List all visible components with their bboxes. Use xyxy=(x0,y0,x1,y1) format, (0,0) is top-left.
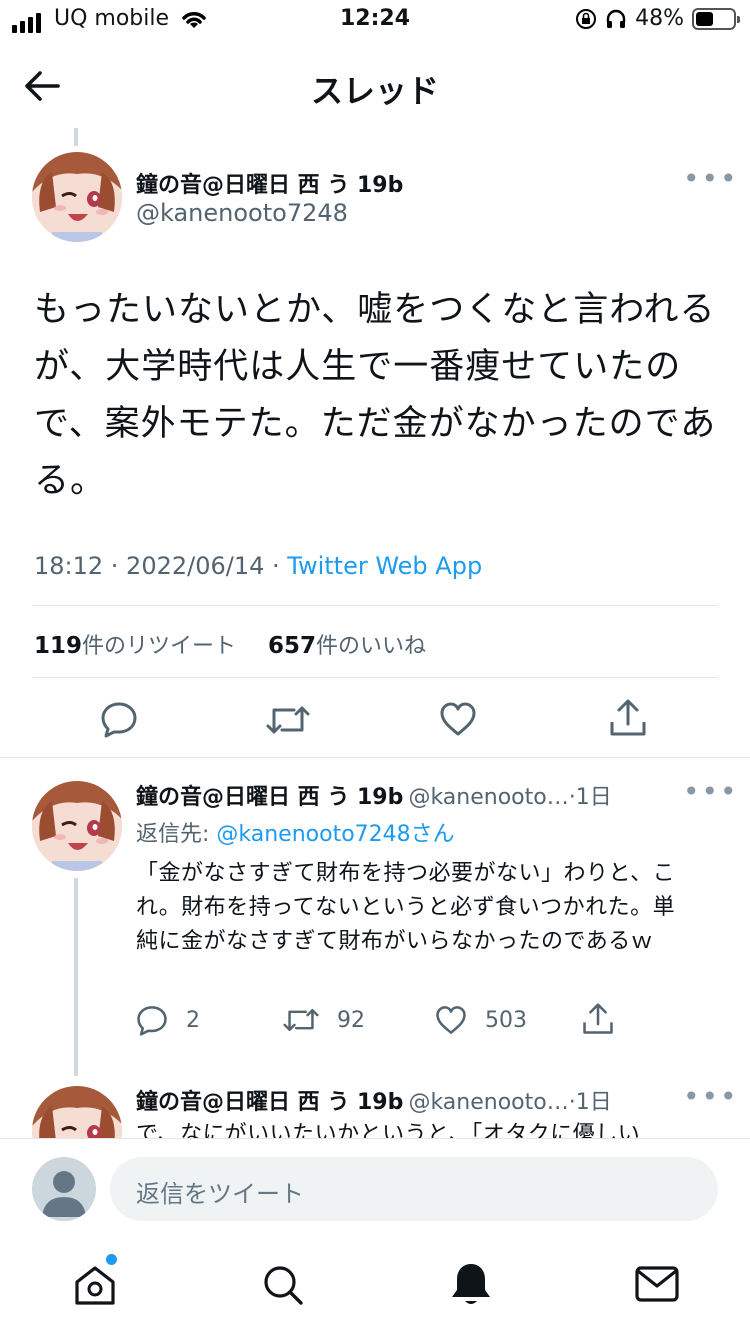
reply-to: 返信先: @kanenooto7248さん xyxy=(136,816,455,848)
reply-header: 鐘の音@日曜日 西 う 19b @kanenooto…·1日 xyxy=(136,1084,696,1116)
thread-line xyxy=(74,878,78,1076)
likes-stat[interactable]: 657件のいいね xyxy=(268,633,427,659)
orientation-lock-icon xyxy=(576,8,597,29)
author-handle[interactable]: @kanenooto7248 xyxy=(136,199,348,227)
tweet-source-link[interactable]: Twitter Web App xyxy=(287,552,482,580)
share-icon xyxy=(583,1003,613,1034)
reply-header: 鐘の音@日曜日 西 う 19b @kanenooto…·1日 xyxy=(136,779,696,811)
heart-icon xyxy=(436,1006,466,1034)
tab-search[interactable] xyxy=(260,1262,306,1312)
like-button[interactable]: 503 xyxy=(435,1004,527,1036)
reply-text: 「金がなさすぎて財布を持つ必要がない」わりと、これ。財布を持ってないというと必ず… xyxy=(136,861,676,954)
retweet-button[interactable] xyxy=(266,702,310,738)
default-avatar-icon xyxy=(42,1171,86,1217)
retweet-icon xyxy=(266,706,310,734)
like-button[interactable] xyxy=(439,700,477,738)
share-button[interactable] xyxy=(582,1002,614,1040)
notifications-icon xyxy=(452,1264,490,1304)
divider xyxy=(32,605,718,606)
page-title: スレッド xyxy=(310,72,439,110)
more-options-icon[interactable]: ••• xyxy=(683,162,739,195)
share-button[interactable] xyxy=(609,698,647,738)
header: スレッド xyxy=(0,48,750,128)
heart-icon xyxy=(440,702,476,736)
avatar[interactable] xyxy=(32,781,122,871)
retweet-icon xyxy=(283,1008,319,1032)
battery-icon xyxy=(692,7,740,30)
more-options-icon[interactable]: ••• xyxy=(683,1080,739,1113)
divider xyxy=(32,677,718,678)
avatar-image xyxy=(32,1086,122,1138)
reply-icon xyxy=(101,702,137,738)
reply-button[interactable]: 2 xyxy=(136,1004,200,1036)
search-icon xyxy=(264,1266,303,1305)
avatar-image xyxy=(32,781,122,871)
tweet-timestamp: 18:12 · 2022/06/14 · xyxy=(34,552,288,580)
retweet-count: 119 xyxy=(34,633,83,659)
author-name[interactable]: 鐘の音@日曜日 西 う 19b xyxy=(136,167,403,199)
reply-target-link[interactable]: @kanenooto7248さん xyxy=(216,822,454,847)
like-count: 503 xyxy=(485,1007,527,1033)
tab-messages[interactable] xyxy=(634,1264,680,1308)
divider xyxy=(0,757,750,758)
author-handle[interactable]: @kanenooto… xyxy=(408,785,568,810)
tab-bar xyxy=(0,1238,750,1334)
reply-input[interactable]: 返信をツイート xyxy=(110,1157,718,1221)
reply-text: で、なにがいいたいかというと、「オタクに優しい xyxy=(136,1122,641,1138)
reply-prefix: 返信先: xyxy=(136,822,217,847)
like-label: 件のいいね xyxy=(316,634,427,659)
tweet-meta: 18:12 · 2022/06/14 · Twitter Web App xyxy=(34,552,482,580)
author-handle[interactable]: @kanenooto… xyxy=(408,1090,568,1115)
reply-composer: 返信をツイート xyxy=(0,1138,750,1238)
tweet-text: もったいないとか、嘘をつくなと言われるが、大学時代は人生で一番痩せていたので、案… xyxy=(34,290,717,501)
messages-icon xyxy=(635,1266,679,1302)
notification-dot xyxy=(106,1254,117,1265)
time-ago: ·1日 xyxy=(568,1090,612,1115)
home-icon xyxy=(75,1266,115,1305)
avatar-image xyxy=(32,152,122,242)
thread-line-top xyxy=(74,128,78,146)
headphones-icon xyxy=(606,9,626,28)
tab-notifications[interactable] xyxy=(448,1260,494,1312)
retweet-count: 92 xyxy=(337,1007,365,1033)
reply-icon xyxy=(137,1006,167,1036)
battery-fill xyxy=(696,11,713,26)
avatar[interactable] xyxy=(32,1086,122,1138)
share-icon xyxy=(610,699,646,736)
reply-count: 2 xyxy=(186,1007,200,1033)
retweets-stat[interactable]: 119件のリツイート xyxy=(34,633,237,659)
time-ago: ·1日 xyxy=(568,785,612,810)
author-name[interactable]: 鐘の音@日曜日 西 う 19b xyxy=(136,785,403,810)
tab-home[interactable] xyxy=(72,1254,118,1312)
author-name[interactable]: 鐘の音@日曜日 西 う 19b xyxy=(136,1090,403,1115)
status-right: 48% xyxy=(575,6,740,31)
reply-button[interactable] xyxy=(100,700,138,738)
tweet-stats: 119件のリツイート 657件のいいね xyxy=(34,628,426,660)
retweet-label: 件のリツイート xyxy=(82,634,237,659)
reply-2-clip: 鐘の音@日曜日 西 う 19b @kanenooto…·1日 ••• で、なにが… xyxy=(0,1080,750,1138)
avatar[interactable] xyxy=(32,152,122,242)
user-avatar[interactable] xyxy=(32,1157,96,1221)
more-options-icon[interactable]: ••• xyxy=(683,775,739,808)
status-bar: UQ mobile 12:24 48% xyxy=(0,0,750,44)
retweet-button[interactable]: 92 xyxy=(283,1005,365,1035)
like-count: 657 xyxy=(268,633,317,659)
battery-percent: 48% xyxy=(635,6,684,31)
